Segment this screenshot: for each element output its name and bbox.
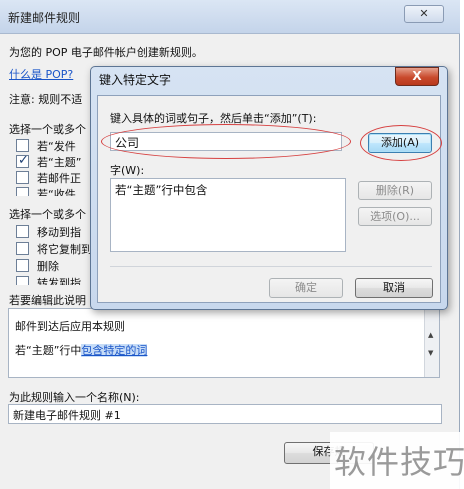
- watermark-text: 软件技巧: [334, 443, 464, 481]
- remove-button-label: 删除(R): [375, 184, 415, 197]
- condition-checkbox[interactable]: [16, 171, 29, 184]
- close-icon: X: [412, 69, 422, 83]
- condition-item[interactable]: 若邮件正: [16, 170, 96, 186]
- ok-button-label: 确定: [295, 281, 317, 294]
- description-line-2: 若“主题”行中包含特定的词: [15, 342, 148, 358]
- action-label: 将它复制到: [37, 243, 92, 256]
- list-item[interactable]: 若“主题”行中包含: [115, 182, 341, 198]
- edit-description-heading: 若要编辑此说明: [9, 294, 86, 307]
- ok-button[interactable]: 确定: [269, 278, 343, 298]
- action-checkbox[interactable]: [16, 225, 29, 238]
- rule-name-value: 新建电子邮件规则 #1: [13, 409, 121, 422]
- action-item[interactable]: 删除: [16, 258, 96, 274]
- dialog-close-button[interactable]: X: [395, 67, 439, 86]
- options-button[interactable]: 选项(O)...: [358, 207, 432, 226]
- description-scrollbar[interactable]: ▲ ▼: [424, 309, 439, 377]
- conditions-heading: 选择一个或多个: [9, 123, 86, 136]
- rule-name-label: 为此规则输入一个名称(N):: [9, 391, 140, 404]
- type-specific-words-dialog: 键入特定文字 X 键入具体的词或句子，然后单击“添加”(T): 公司 添加(A)…: [90, 66, 448, 310]
- note-text: 注意: 规则不适: [9, 93, 83, 106]
- action-checkbox[interactable]: [16, 276, 29, 285]
- action-item[interactable]: 移动到指: [16, 224, 96, 240]
- cancel-button[interactable]: 取消: [355, 278, 433, 298]
- condition-item[interactable]: 若“发件: [16, 138, 96, 154]
- rule-description-box: 邮件到达后应用本规则 若“主题”行中包含特定的词: [8, 308, 440, 378]
- action-item[interactable]: 转发到指: [16, 275, 96, 285]
- dialog-divider: [110, 266, 432, 267]
- description-line-1: 邮件到达后应用本规则: [15, 320, 125, 333]
- close-icon: ✕: [419, 7, 429, 20]
- condition-label: 若邮件正: [37, 172, 81, 185]
- action-label: 删除: [37, 260, 59, 273]
- condition-checkbox[interactable]: [16, 187, 29, 196]
- what-is-pop-link[interactable]: 什么是 POP?: [9, 66, 73, 82]
- condition-item[interactable]: 若“收件: [16, 186, 96, 196]
- cancel-button-label: 取消: [383, 281, 405, 294]
- condition-item[interactable]: 若“主题”: [16, 153, 96, 170]
- action-checkbox[interactable]: [16, 259, 29, 272]
- remove-button[interactable]: 删除(R): [358, 181, 432, 200]
- window-title: 新建邮件规则: [8, 11, 81, 25]
- action-checkbox[interactable]: [16, 242, 29, 255]
- add-highlight-oval: [360, 125, 442, 161]
- condition-label: 若“主题”: [37, 156, 82, 169]
- condition-label: 若“发件: [37, 140, 76, 153]
- phrase-highlight-oval: [101, 124, 351, 159]
- condition-checkbox-checked[interactable]: [16, 153, 29, 168]
- window-close-button[interactable]: ✕: [404, 5, 444, 23]
- scroll-up-icon[interactable]: ▲: [428, 331, 433, 339]
- description-condition-text: 若“主题”行中: [15, 344, 82, 357]
- condition-label: 若“收件: [37, 188, 76, 196]
- dialog-title: 键入特定文字: [99, 73, 172, 87]
- intro-text: 为您的 POP 电子邮件帐户创建新规则。: [9, 46, 203, 59]
- words-list[interactable]: 若“主题”行中包含: [110, 178, 346, 252]
- action-item[interactable]: 将它复制到: [16, 241, 96, 257]
- actions-heading: 选择一个或多个: [9, 208, 86, 221]
- specific-words-link[interactable]: 包含特定的词: [81, 344, 148, 357]
- rule-name-input[interactable]: 新建电子邮件规则 #1: [8, 404, 442, 424]
- window-titlebar: 新建邮件规则 ✕: [0, 0, 460, 34]
- condition-checkbox[interactable]: [16, 139, 29, 152]
- action-label: 移动到指: [37, 226, 81, 239]
- options-button-label: 选项(O)...: [370, 210, 420, 223]
- scroll-down-icon[interactable]: ▼: [428, 349, 433, 357]
- action-label: 转发到指: [37, 277, 81, 285]
- words-label: 字(W):: [110, 164, 145, 177]
- dialog-body: 键入具体的词或句子，然后单击“添加”(T): 公司 添加(A) 字(W): 若“…: [97, 95, 442, 303]
